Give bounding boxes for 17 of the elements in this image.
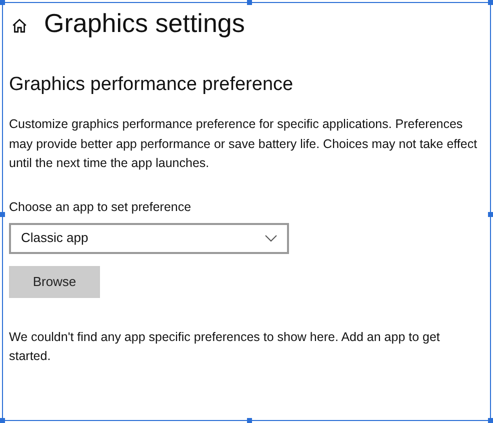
- app-dropdown[interactable]: Classic app: [9, 222, 289, 254]
- selection-handle[interactable]: [246, 0, 252, 5]
- picker-label: Choose an app to set preference: [9, 198, 192, 216]
- selection-handle[interactable]: [488, 212, 493, 216]
- selection-handle[interactable]: [488, 0, 493, 5]
- section-heading: Graphics performance preference: [9, 73, 294, 97]
- selection-handle[interactable]: [0, 418, 5, 423]
- selection-handle[interactable]: [246, 418, 252, 423]
- description-text: Customize graphics performance preference for specific applications. Preferences may provide better app performance or save battery life. Choices may not take effect until the next time the app launches.: [9, 116, 478, 172]
- home-icon[interactable]: [11, 16, 28, 34]
- selection-handle[interactable]: [488, 418, 493, 423]
- selection-handle[interactable]: [0, 212, 5, 216]
- chevron-down-icon: [265, 234, 277, 242]
- empty-message: We couldn't find any app specific preferences to show here. Add an app to get started.: [9, 328, 441, 365]
- page-title: Graphics settings: [44, 7, 245, 40]
- selection-handle[interactable]: [0, 0, 5, 5]
- browse-button[interactable]: Browse: [9, 266, 100, 298]
